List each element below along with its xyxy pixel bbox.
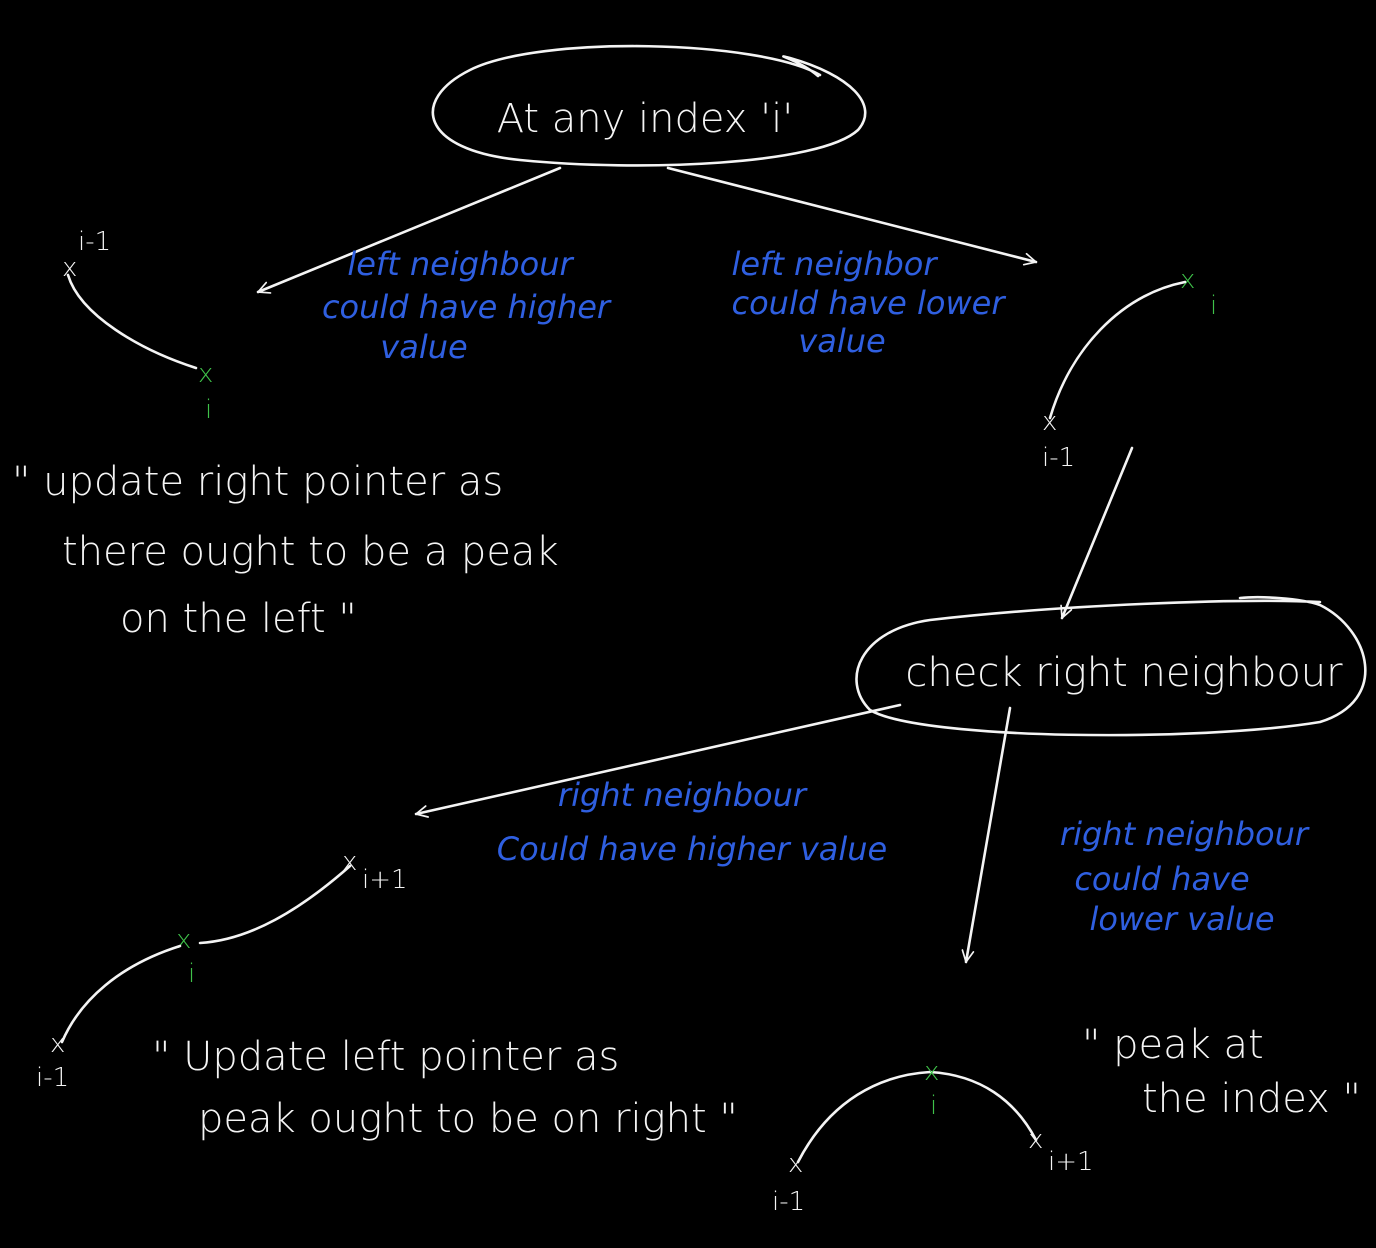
point-mark: x xyxy=(50,1029,65,1059)
decision-diagram: At any index 'i' left neighbour could ha… xyxy=(12,44,1367,1217)
label-i: i xyxy=(188,959,195,989)
edge-label-left-lower: left neighbor could have lower value xyxy=(731,245,1006,360)
edge-label-line: could have xyxy=(1074,860,1249,898)
point-mark: x xyxy=(1028,1125,1043,1155)
edge-label-line: could have higher xyxy=(322,288,612,326)
slope-curve-upper xyxy=(198,864,352,945)
edge-label-right-higher: right neighbour Could have higher value xyxy=(497,776,887,868)
outcome-update-right: " update right pointer as there ought to… xyxy=(12,459,559,642)
outcome-line: on the left " xyxy=(120,596,357,642)
edge-label-line: right neighbour xyxy=(558,776,808,814)
label-i-minus-1: i-1 xyxy=(772,1187,805,1217)
slope-curve xyxy=(1048,280,1187,420)
check-node: check right neighbour xyxy=(855,595,1367,737)
point-mark: x xyxy=(788,1149,803,1179)
edge-label-line: lower value xyxy=(1089,900,1274,938)
slope-curve xyxy=(66,273,198,370)
outcome-line: there ought to be a peak xyxy=(62,529,559,575)
edge-label-line: left neighbour xyxy=(347,245,574,283)
sketch-ascending: x i x i-1 xyxy=(1042,265,1217,473)
peak-curve xyxy=(796,1070,1038,1164)
edge-label-left-higher: left neighbour could have higher value xyxy=(322,245,612,366)
outcome-line: the index " xyxy=(1142,1076,1361,1122)
edge-label-line: value xyxy=(380,328,467,366)
outcome-peak: " peak at the index " xyxy=(1082,1022,1361,1122)
edge-label-right-lower: right neighbour could have lower value xyxy=(1060,815,1310,938)
label-i-plus-1: i+1 xyxy=(362,865,408,895)
point-mark: x xyxy=(198,359,213,389)
whiteboard-canvas: At any index 'i' left neighbour could ha… xyxy=(0,0,1376,1248)
arrow-check-to-down xyxy=(961,706,1012,964)
edge-label-line: left neighbor xyxy=(731,245,938,283)
label-i-minus-1: i-1 xyxy=(1042,443,1075,473)
outcome-line: " update right pointer as xyxy=(12,459,503,505)
outcome-line: peak ought to be on right " xyxy=(198,1096,738,1142)
label-i: i xyxy=(1210,291,1217,321)
outcome-update-left: " Update left pointer as peak ought to b… xyxy=(152,1034,738,1142)
sketch-peak: x i x i+1 x i-1 xyxy=(772,1057,1094,1217)
edge-label-line: could have lower xyxy=(732,284,1007,322)
check-node-label: check right neighbour xyxy=(905,650,1343,696)
edge-label-line: Could have higher value xyxy=(497,830,887,868)
label-i-minus-1: i-1 xyxy=(36,1063,69,1093)
outcome-line: " peak at xyxy=(1082,1022,1264,1068)
root-node: At any index 'i' xyxy=(431,44,867,167)
arrow-to-check-node xyxy=(1060,446,1134,620)
edge-label-line: right neighbour xyxy=(1060,815,1310,853)
outcome-line: " Update left pointer as xyxy=(152,1034,619,1080)
point-mark: x xyxy=(1180,265,1195,295)
point-mark: x xyxy=(924,1057,939,1087)
sketch-descending: x i-1 x i xyxy=(62,227,213,425)
root-node-label: At any index 'i' xyxy=(497,96,794,142)
label-i-plus-1: i+1 xyxy=(1048,1147,1094,1177)
point-mark: x xyxy=(176,925,191,955)
label-i-minus-1: i-1 xyxy=(78,227,111,257)
slope-curve-lower xyxy=(60,944,182,1044)
label-i: i xyxy=(205,395,212,425)
point-mark: x xyxy=(1042,407,1057,437)
label-i: i xyxy=(930,1091,937,1121)
edge-label-line: value xyxy=(798,322,885,360)
